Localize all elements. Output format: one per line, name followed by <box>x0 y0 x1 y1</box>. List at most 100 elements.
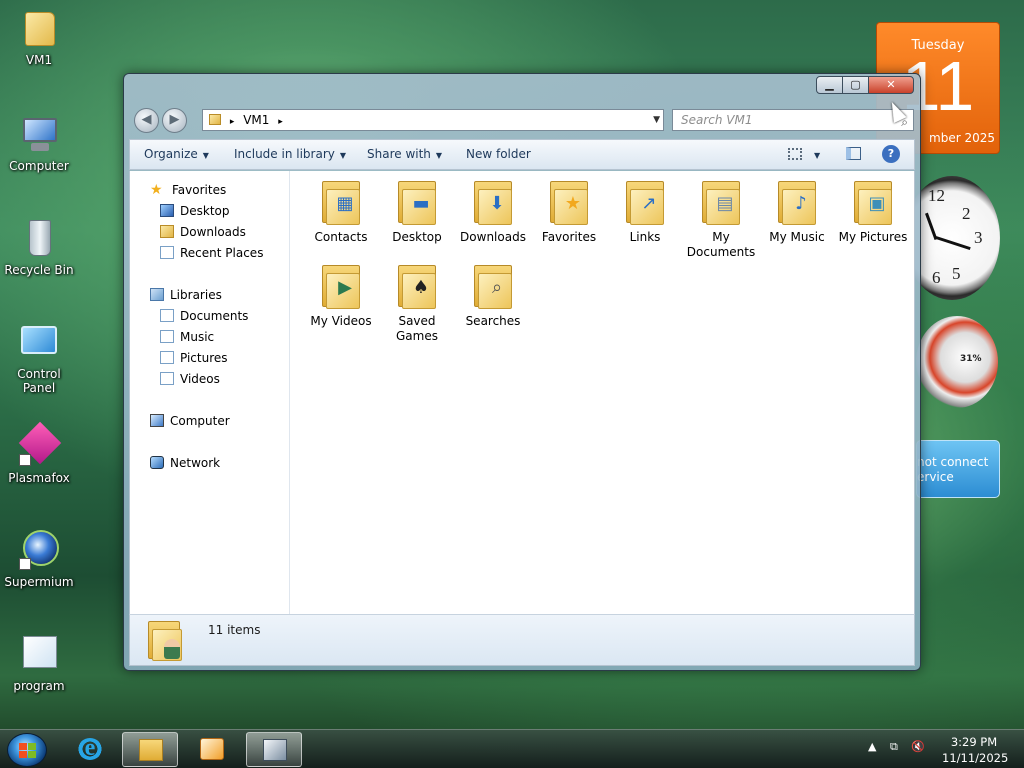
nav-item-pictures[interactable]: Pictures <box>160 348 228 369</box>
desktop-icon-label: Plasmafox <box>8 471 70 485</box>
desktop-icon-plasmafox[interactable]: Plasmafox <box>0 421 78 485</box>
folder-item-my-music[interactable]: ♪ My Music <box>759 179 835 245</box>
desktop-icon-computer[interactable]: Computer <box>0 112 78 173</box>
folder-item-searches[interactable]: ⌕ Searches <box>455 263 531 329</box>
nav-item-label: Recent Places <box>180 246 264 260</box>
taskbar-app-internet-explorer[interactable]: e <box>62 732 118 767</box>
folder-item-my-documents[interactable]: ▤ My Documents <box>683 179 759 260</box>
maximize-button[interactable]: ▢ <box>842 76 869 94</box>
taskbar-clock[interactable]: 3:29 PM 11/11/2025 <box>942 734 1009 766</box>
system-tray: ▲ ⧉ 🔇 <box>868 740 935 754</box>
network-tray-icon[interactable]: ⧉ <box>890 740 898 753</box>
desktop-icon-vm1[interactable]: VM1 <box>0 6 78 67</box>
nav-item-desktop[interactable]: Desktop <box>160 201 230 222</box>
share-with-label: Share with <box>367 147 431 161</box>
forward-button[interactable]: ▶ <box>162 108 187 133</box>
item-count: 11 items <box>208 623 261 637</box>
nav-item-favorites[interactable]: ★ Favorites <box>150 180 226 201</box>
minimize-button[interactable]: ▁ <box>816 76 843 94</box>
weather-gadget[interactable]: not connect ervice <box>916 440 1000 498</box>
user-folder-icon <box>17 6 61 50</box>
desktop-icon-control-panel[interactable]: Control Panel <box>0 320 78 395</box>
desktop-icon-label: Computer <box>9 159 69 173</box>
start-button[interactable] <box>7 733 47 767</box>
folder-item-links[interactable]: ↗ Links <box>607 179 683 245</box>
back-button[interactable]: ◀ <box>134 108 159 133</box>
videos-folder-icon: ▶ <box>320 263 362 311</box>
desktop-icon-label: VM1 <box>25 53 53 67</box>
weather-status-line: ervice <box>917 470 954 484</box>
desktop-icon-recycle-bin[interactable]: Recycle Bin <box>0 216 78 277</box>
new-folder-button[interactable]: New folder <box>466 140 531 169</box>
cpu-meter-gadget[interactable]: 31% <box>916 316 998 408</box>
clock-date: 11/11/2025 <box>942 751 1009 765</box>
folder-label: Desktop <box>392 230 442 244</box>
folder-icon <box>209 114 221 125</box>
view-icon <box>788 148 802 160</box>
volume-muted-icon[interactable]: 🔇 <box>911 740 925 753</box>
nav-item-label: Pictures <box>180 351 228 365</box>
folder-label: Searches <box>465 314 521 328</box>
folder-item-downloads[interactable]: ⬇ Downloads <box>455 179 531 245</box>
control-panel-icon <box>17 320 61 364</box>
nav-item-documents[interactable]: Documents <box>160 306 248 327</box>
search-input[interactable]: Search VM1 <box>681 113 753 127</box>
explorer-window[interactable]: ▁ ▢ ✕ ◀ ▶ ▸ VM1 ▸ ▼ ⟳ Search VM1 ⌕ Organ… <box>123 73 921 671</box>
remote-desktop-icon <box>263 739 287 761</box>
navigation-pane[interactable]: ★ Favorites Desktop Downloads Recent Plac… <box>130 171 290 614</box>
taskbar-app-file-explorer[interactable] <box>122 732 178 767</box>
recent-places-icon <box>160 246 174 259</box>
organize-button[interactable]: Organize ▼ <box>144 140 209 169</box>
chevron-down-icon: ▼ <box>202 151 209 160</box>
help-button[interactable]: ? <box>882 145 900 163</box>
documents-folder-icon: ▤ <box>700 179 742 227</box>
nav-item-libraries[interactable]: Libraries <box>150 285 222 306</box>
address-dropdown-icon[interactable]: ▼ <box>653 110 660 130</box>
details-pane: 11 items <box>129 614 915 666</box>
folder-item-favorites[interactable]: ★ Favorites <box>531 179 607 245</box>
folder-item-contacts[interactable]: ▦ Contacts <box>303 179 379 245</box>
folder-label: My Music <box>769 230 825 244</box>
nav-item-videos[interactable]: Videos <box>160 369 220 390</box>
pictures-folder-icon: ▣ <box>852 179 894 227</box>
taskbar-app-media-player[interactable] <box>184 732 240 767</box>
address-bar[interactable]: ▸ VM1 ▸ ▼ <box>202 109 664 131</box>
nav-item-recent-places[interactable]: Recent Places <box>160 243 263 264</box>
searches-folder-icon: ⌕ <box>472 263 514 311</box>
breadcrumb-vm1[interactable]: VM1 <box>243 113 269 127</box>
help-icon: ? <box>887 147 895 160</box>
forward-arrow-icon: ▶ <box>169 112 180 127</box>
folder-item-my-pictures[interactable]: ▣ My Pictures <box>835 179 911 245</box>
close-button[interactable]: ✕ <box>868 76 914 94</box>
desktop-icon-program[interactable]: program <box>0 632 78 693</box>
search-box[interactable]: Search VM1 ⌕ <box>672 109 914 131</box>
include-in-library-button[interactable]: Include in library ▼ <box>234 140 346 169</box>
share-with-button[interactable]: Share with ▼ <box>367 140 442 169</box>
preview-pane-button[interactable] <box>846 140 861 169</box>
nav-item-computer[interactable]: Computer <box>150 411 230 432</box>
desktop-icon-supermium[interactable]: Supermium <box>0 528 78 589</box>
clock-numeral: 12 <box>928 186 945 205</box>
folder-label: Games <box>396 329 438 343</box>
breadcrumb-separator[interactable]: ▸ <box>278 117 283 127</box>
music-library-icon <box>160 330 174 343</box>
taskbar-app-remote-desktop[interactable] <box>246 732 302 767</box>
nav-item-network[interactable]: Network <box>150 453 220 474</box>
breadcrumb-separator[interactable]: ▸ <box>230 117 235 127</box>
nav-item-music[interactable]: Music <box>160 327 214 348</box>
folder-item-desktop[interactable]: ▬ Desktop <box>379 179 455 245</box>
nav-item-label: Downloads <box>180 225 246 239</box>
folder-item-saved-games[interactable]: ♠ Saved Games <box>379 263 455 344</box>
window-controls: ▁ ▢ ✕ <box>816 76 914 94</box>
folder-item-my-videos[interactable]: ▶ My Videos <box>303 263 379 329</box>
taskbar: e ▲ ⧉ 🔇 3:29 PM 11/11/2025 <box>0 729 1024 768</box>
file-list[interactable]: ▦ Contacts ▬ Desktop ⬇ Downloads ★ Favor… <box>291 171 914 614</box>
computer-icon <box>150 414 164 427</box>
change-view-button[interactable]: ▼ <box>788 140 820 169</box>
show-hidden-icons-button[interactable]: ▲ <box>868 740 876 753</box>
desktop-folder-icon: ▬ <box>396 179 438 227</box>
folder-label: Favorites <box>541 230 597 244</box>
folder-label: My Videos <box>310 314 372 328</box>
nav-item-downloads[interactable]: Downloads <box>160 222 246 243</box>
nav-item-label: Videos <box>180 372 220 386</box>
